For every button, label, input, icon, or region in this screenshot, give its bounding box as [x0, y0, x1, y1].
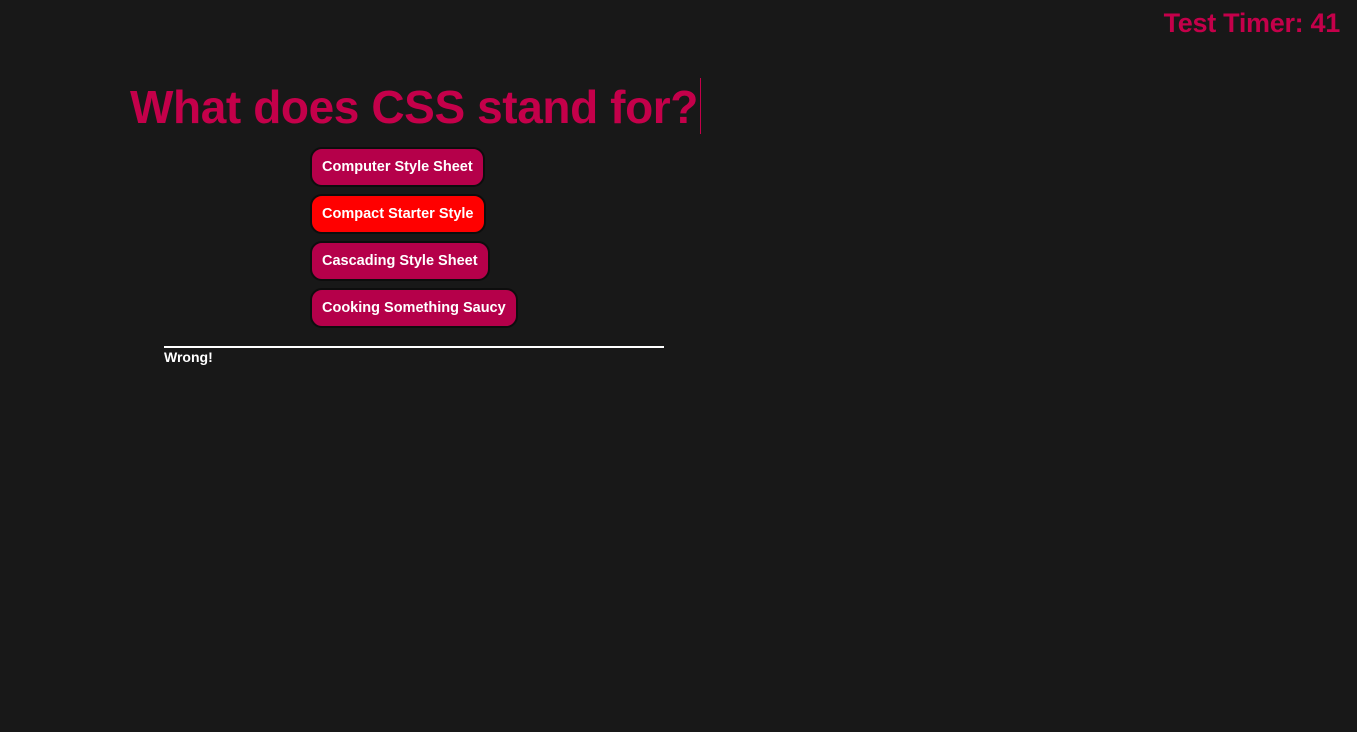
answer-button-1[interactable]: Computer Style Sheet	[310, 147, 485, 187]
test-timer: Test Timer: 41	[1163, 8, 1341, 38]
answer-button-4[interactable]: Cooking Something Saucy	[310, 288, 518, 328]
answer-list: Computer Style Sheet Compact Starter Sty…	[310, 147, 518, 328]
answer-button-2[interactable]: Compact Starter Style	[310, 194, 486, 234]
question-title: What does CSS stand for?	[130, 78, 701, 134]
answer-button-3[interactable]: Cascading Style Sheet	[310, 241, 490, 281]
feedback-text: Wrong!	[164, 349, 213, 365]
quiz-page: Test Timer: 41 What does CSS stand for? …	[0, 0, 1357, 732]
feedback-divider	[164, 346, 664, 348]
